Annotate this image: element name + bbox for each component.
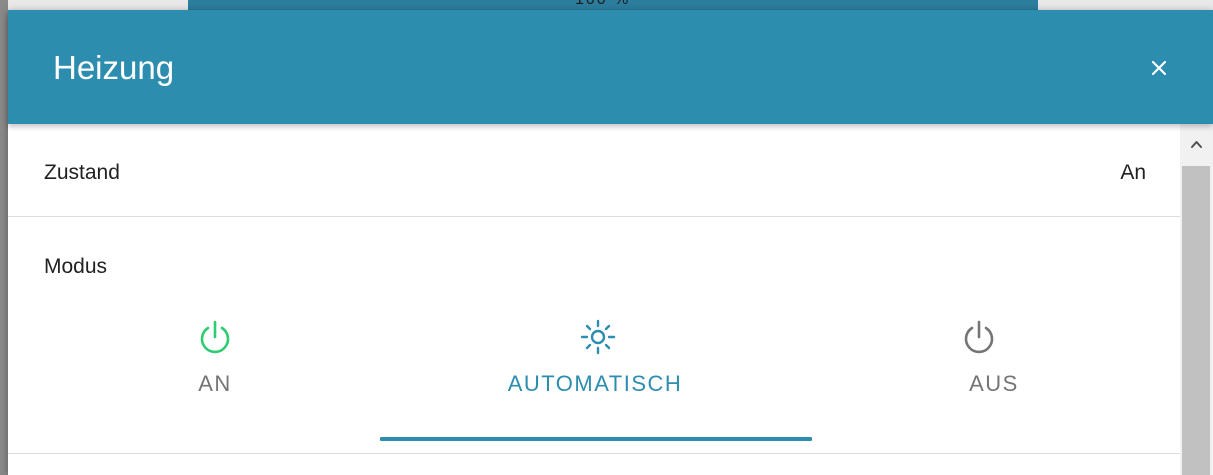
scroll-up-button[interactable] — [1180, 124, 1213, 164]
selected-tab-indicator — [380, 437, 812, 441]
power-icon — [964, 320, 994, 354]
dialog-header: Heizung — [8, 10, 1213, 124]
background-partial-text: 100 % — [575, 0, 630, 9]
background-edge — [0, 0, 8, 475]
sun-icon — [580, 319, 616, 355]
scrollbar[interactable] — [1180, 124, 1213, 475]
chevron-up-icon — [1191, 141, 1202, 148]
heating-dialog: Heizung Zustand An Modus AN AUTOMATISCH … — [8, 10, 1213, 475]
close-icon — [1151, 60, 1167, 76]
state-row: Zustand An — [8, 124, 1180, 217]
close-button[interactable] — [1141, 50, 1177, 86]
mode-tab-an[interactable]: AN — [8, 317, 422, 437]
dialog-content: Zustand An Modus AN AUTOMATISCH AUS — [8, 124, 1180, 475]
mode-row: Modus AN AUTOMATISCH AUS — [8, 217, 1180, 454]
mode-label: Modus — [44, 255, 108, 278]
mode-tab-aus[interactable]: AUS — [808, 317, 1180, 437]
scroll-thumb[interactable] — [1182, 166, 1210, 475]
mode-tab-label: AN — [198, 371, 232, 396]
power-icon — [200, 320, 230, 354]
state-value: An — [1120, 161, 1146, 184]
state-label: Zustand — [44, 161, 120, 184]
mode-tab-automatisch[interactable]: AUTOMATISCH — [380, 317, 810, 437]
mode-tab-label: AUTOMATISCH — [507, 371, 683, 396]
dialog-title: Heizung — [53, 49, 175, 86]
mode-tab-label: AUS — [969, 371, 1019, 396]
